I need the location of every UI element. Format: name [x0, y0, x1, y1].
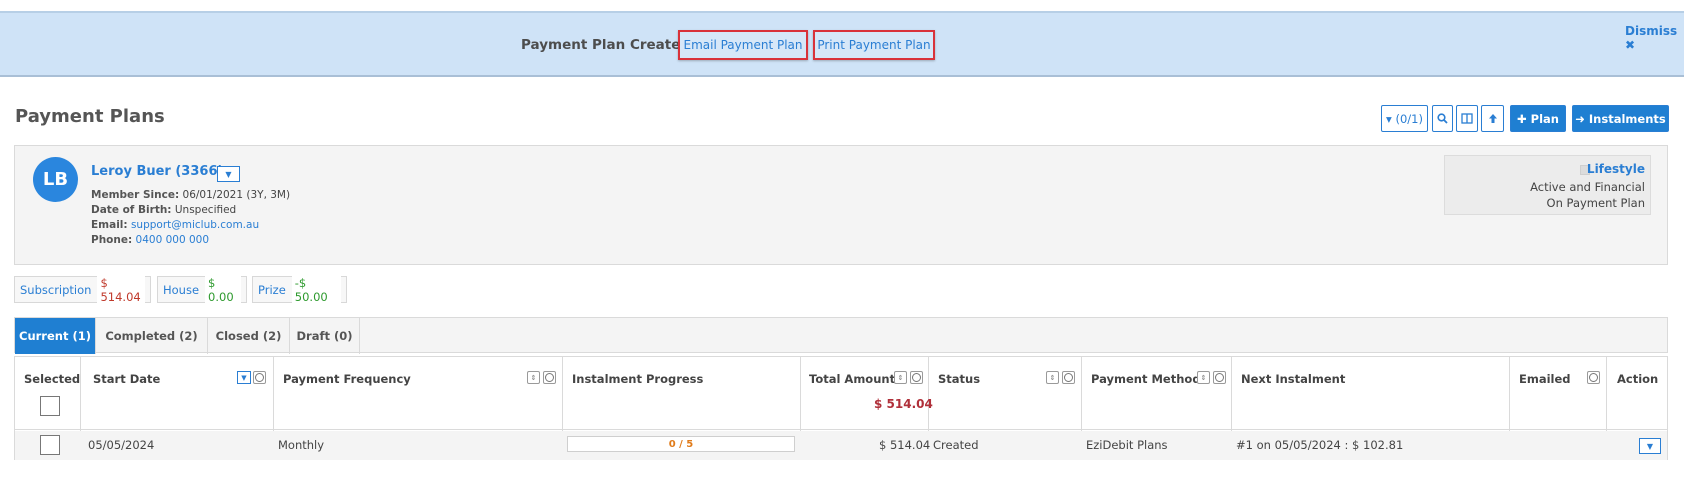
eye-icon[interactable]: [253, 371, 266, 384]
header-next-instalment: Next Instalment: [1241, 372, 1346, 386]
row-checkbox[interactable]: [40, 435, 60, 455]
cell-method: EziDebit Plans: [1086, 438, 1168, 452]
table-row[interactable]: 05/05/2024 Monthly 0 / 5 $ 514.04 Create…: [15, 431, 1667, 460]
chevron-down-icon: ▼: [225, 169, 232, 179]
row-action-dropdown[interactable]: ▼: [1639, 438, 1661, 454]
header-payment-method[interactable]: Payment Method: [1091, 372, 1201, 386]
search-button[interactable]: [1432, 105, 1453, 132]
sort-icon[interactable]: ⇕: [1046, 371, 1059, 384]
house-balance: House $ 0.00: [157, 273, 247, 306]
membership-status: Active and Financial: [1530, 180, 1645, 194]
tab-closed[interactable]: Closed (2): [208, 318, 290, 354]
cell-start-date: 05/05/2024: [88, 438, 155, 452]
header-status[interactable]: Status: [938, 372, 980, 386]
phone-link[interactable]: 0400 000 000: [136, 234, 209, 246]
header-emailed: Emailed: [1519, 372, 1571, 386]
avatar: LB: [33, 157, 78, 202]
cell-total: $ 514.04: [879, 438, 931, 452]
columns-icon: [1461, 113, 1473, 124]
header-total-amount[interactable]: Total Amount: [809, 372, 895, 386]
notification-banner: Payment Plan Created: Email Payment Plan…: [0, 11, 1684, 77]
filter-count-button[interactable]: ▾ (0/1): [1381, 105, 1428, 132]
membership-box: Lifestyle Active and Financial On Paymen…: [1444, 155, 1651, 215]
payment-plans-table: Selected Start Date ▼ Payment Frequency …: [14, 356, 1668, 460]
select-all-checkbox[interactable]: [40, 396, 60, 416]
member-name-link[interactable]: Leroy Buer (3366): [91, 164, 223, 179]
member-email: Email: support@miclub.com.au: [91, 219, 260, 231]
member-dropdown-button[interactable]: ▼: [217, 166, 240, 182]
eye-icon[interactable]: [910, 371, 923, 384]
header-instalment-progress: Instalment Progress: [572, 372, 704, 386]
arrow-up-icon: [1488, 114, 1497, 123]
header-payment-frequency[interactable]: Payment Frequency: [283, 372, 411, 386]
chevron-down-icon: ▼: [1646, 441, 1654, 451]
sort-desc-icon[interactable]: ▼: [237, 371, 251, 384]
eye-icon[interactable]: [1062, 371, 1075, 384]
email-link[interactable]: support@miclub.com.au: [131, 219, 259, 231]
email-payment-plan-link[interactable]: Email Payment Plan: [678, 30, 808, 60]
instalment-progress-bar: 0 / 5: [567, 436, 795, 452]
member-card: LB Leroy Buer (3366) ▼ Member Since: 06/…: [14, 145, 1668, 265]
add-plan-button[interactable]: ✚ Plan: [1510, 105, 1566, 132]
header-start-date[interactable]: Start Date: [93, 372, 160, 386]
page-title: Payment Plans: [15, 106, 165, 127]
sort-icon[interactable]: ⇕: [527, 371, 540, 384]
membership-title[interactable]: Lifestyle: [1587, 162, 1645, 176]
header-selected: Selected: [24, 372, 81, 386]
total-amount-sum: $ 514.04: [874, 397, 933, 411]
cell-status: Created: [933, 438, 979, 452]
tab-completed[interactable]: Completed (2): [96, 318, 208, 354]
tab-current[interactable]: Current (1): [15, 318, 96, 354]
banner-message: Payment Plan Created:: [521, 37, 696, 53]
print-payment-plan-link[interactable]: Print Payment Plan: [813, 30, 935, 60]
eye-icon[interactable]: [543, 371, 556, 384]
sort-icon[interactable]: ⇕: [894, 371, 907, 384]
table-header: Selected Start Date ▼ Payment Frequency …: [15, 357, 1667, 430]
date-of-birth: Date of Birth: Unspecified: [91, 204, 237, 216]
prize-balance: Prize -$ 50.00: [252, 273, 347, 306]
cell-next-instalment: #1 on 05/05/2024 : $ 102.81: [1236, 438, 1404, 452]
plan-tabs: Current (1) Completed (2) Closed (2) Dra…: [14, 317, 1668, 354]
cell-frequency: Monthly: [278, 438, 325, 452]
export-button[interactable]: [1481, 105, 1504, 132]
subscription-balance: Subscription $ 514.04: [14, 273, 151, 306]
eye-icon[interactable]: [1587, 371, 1600, 384]
columns-button[interactable]: [1456, 105, 1478, 132]
sort-icon[interactable]: ⇕: [1197, 371, 1210, 384]
dismiss-button[interactable]: Dismiss ✖: [1625, 24, 1684, 52]
member-phone: Phone: 0400 000 000: [91, 234, 210, 246]
membership-plan-status: On Payment Plan: [1546, 196, 1645, 210]
search-icon: [1437, 113, 1448, 124]
instalments-button[interactable]: ➜ Instalments: [1572, 105, 1669, 132]
eye-icon[interactable]: [1213, 371, 1226, 384]
member-since: Member Since: 06/01/2021 (3Y, 3M): [91, 189, 291, 201]
tab-draft[interactable]: Draft (0): [290, 318, 360, 354]
header-action: Action: [1617, 372, 1659, 386]
